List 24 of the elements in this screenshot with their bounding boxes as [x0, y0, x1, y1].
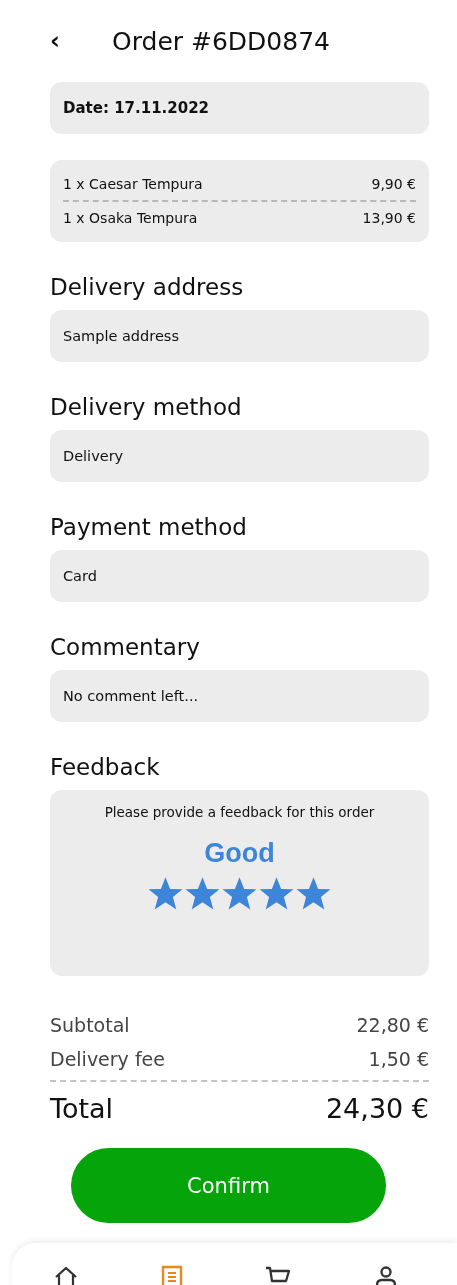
section-value: Card: [63, 568, 97, 584]
page-title: Order #6DD0874: [112, 26, 330, 56]
order-date: Date: 17.11.2022: [63, 99, 210, 117]
item-price: 9,90 €: [371, 176, 416, 192]
summary-value: 1,50 €: [368, 1048, 429, 1070]
section-heading: Delivery method: [49, 393, 243, 422]
back-icon[interactable]: ‹: [50, 29, 112, 53]
section-heading: Payment method: [49, 513, 248, 542]
section-value: No comment left...: [63, 688, 199, 704]
feedback-prompt: Please provide a feedback for this order: [104, 804, 375, 820]
rating-label: Good: [204, 838, 275, 869]
item-price: 13,90 €: [362, 210, 416, 226]
summary-value: 22,80 €: [356, 1014, 429, 1036]
total-label: Total: [50, 1092, 114, 1124]
section-heading: Feedback: [49, 753, 161, 782]
section-value: Sample address: [63, 328, 179, 344]
summary-label: Delivery fee: [50, 1048, 165, 1070]
summary-label: Subtotal: [50, 1014, 130, 1036]
item-name: 1 x Caesar Tempura: [63, 176, 203, 192]
section-heading: Delivery address: [49, 273, 245, 302]
total-value: 24,30 €: [325, 1092, 429, 1124]
section-value: Delivery: [63, 448, 124, 464]
section-heading: Commentary: [49, 633, 201, 662]
item-name: 1 x Osaka Tempura: [63, 210, 198, 226]
